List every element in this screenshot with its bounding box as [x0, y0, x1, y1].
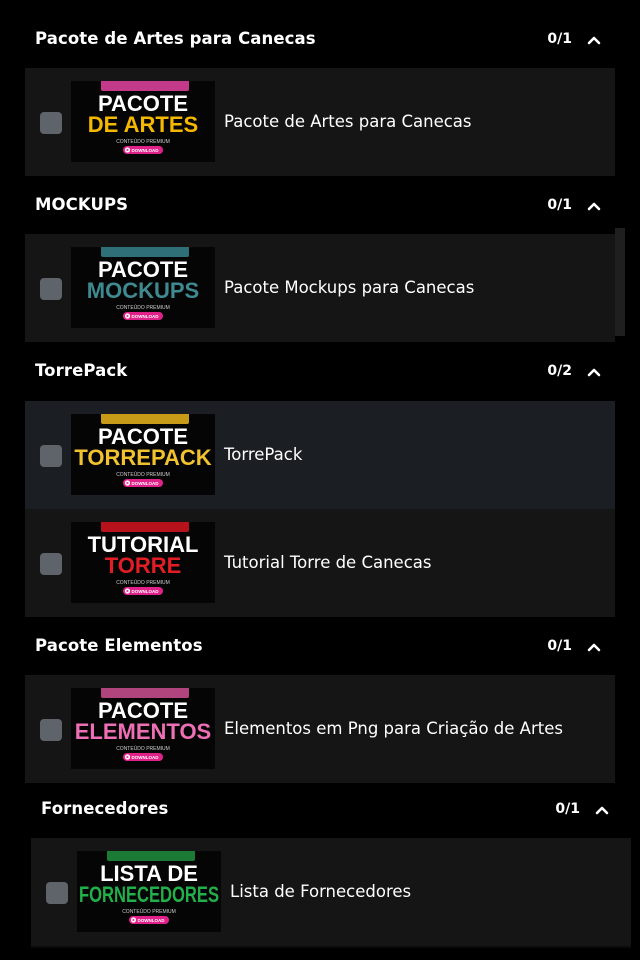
section-header-fornecedores[interactable]: Fornecedores 0/1: [0, 770, 640, 838]
completion-checkbox[interactable]: [40, 278, 62, 300]
item-label: TorrePack: [224, 445, 303, 464]
chevron-up-icon[interactable]: [584, 362, 604, 382]
thumbnail-artwork: PACOTEELEMENTOSCONTEÚDO PREMIUMDOWNLOAD: [71, 688, 215, 769]
section-progress-count: 0/1: [555, 801, 580, 817]
thumbnail-subtitle: CONTEÚDO PREMIUM: [116, 471, 170, 478]
thumbnail-download-label: DOWNLOAD: [132, 481, 160, 486]
section-item-list: PACOTE ELEMENTOS CONTEÚDO PREMIUM DOWNLOAD …: [25, 675, 615, 783]
thumbnail-download-label: DOWNLOAD: [132, 314, 160, 319]
lesson-thumbnail: PACOTE ELEMENTOS CONTEÚDO PREMIUM DOWNLOAD: [71, 688, 215, 769]
section-header-pacote-elementos[interactable]: Pacote Elementos 0/1: [0, 607, 640, 675]
product-box-graphic: [101, 522, 189, 532]
list-item[interactable]: LISTA DE FORNECEDORES CONTEÚDO PREMIUM DOWN…: [31, 838, 631, 946]
thumbnail-artwork: PACOTETORREPACKCONTEÚDO PREMIUMDOWNLOAD: [71, 414, 215, 495]
chevron-up-icon[interactable]: [584, 196, 604, 216]
scrollbar-thumb[interactable]: [615, 228, 625, 336]
lesson-thumbnail: PACOTE DE ARTES CONTEÚDO PREMIUM DOWNLOAD: [71, 81, 215, 162]
section-header-torrepack[interactable]: TorrePack 0/2: [0, 332, 640, 400]
lesson-thumbnail: PACOTE MOCKUPS CONTEÚDO PREMIUM DOWNLOAD: [71, 247, 215, 328]
item-label: Pacote Mockups para Canecas: [224, 278, 475, 297]
lesson-thumbnail: TUTORIAL TORRE CONTEÚDO PREMIUM DOWNLOAD: [71, 522, 215, 603]
completion-checkbox[interactable]: [40, 445, 62, 467]
thumbnail-subtitle: CONTEÚDO PREMIUM: [116, 579, 170, 586]
thumbnail-title-line2: FORNECEDORES: [79, 882, 219, 907]
list-item[interactable]: TUTORIAL TORRE CONTEÚDO PREMIUM DOWNLOAD Tu…: [25, 509, 615, 617]
section-title: TorrePack: [35, 361, 128, 380]
chevron-up-icon[interactable]: [584, 637, 604, 657]
thumbnail-download-label: DOWNLOAD: [138, 918, 166, 923]
thumbnail-artwork: LISTA DEFORNECEDORESCONTEÚDO PREMIUMDOWN…: [77, 851, 221, 932]
list-item[interactable]: PACOTE DE ARTES CONTEÚDO PREMIUM DOWNLOAD P…: [25, 68, 615, 176]
section-header-mockups[interactable]: MOCKUPS 0/1: [0, 166, 640, 234]
thumbnail-title-line2: TORRE: [105, 553, 182, 578]
list-item[interactable]: PACOTE ELEMENTOS CONTEÚDO PREMIUM DOWNLOAD …: [25, 675, 615, 783]
section-header-pacote-artes[interactable]: Pacote de Artes para Canecas 0/1: [0, 0, 640, 68]
thumbnail-subtitle: CONTEÚDO PREMIUM: [116, 745, 170, 752]
section-item-list: PACOTE MOCKUPS CONTEÚDO PREMIUM DOWNLOAD Pa…: [25, 234, 615, 342]
list-item[interactable]: PACOTE TORREPACK CONTEÚDO PREMIUM DOWNLOAD …: [25, 401, 615, 509]
thumbnail-subtitle: CONTEÚDO PREMIUM: [122, 908, 176, 915]
product-box-graphic: [107, 851, 195, 861]
divider: [31, 946, 631, 948]
section-item-list: PACOTE DE ARTES CONTEÚDO PREMIUM DOWNLOAD P…: [25, 68, 615, 176]
thumbnail-download-label: DOWNLOAD: [132, 589, 160, 594]
section-progress-count: 0/1: [547, 638, 572, 654]
thumbnail-title-line2: TORREPACK: [74, 445, 211, 470]
section-title: Pacote de Artes para Canecas: [35, 29, 316, 48]
product-box-graphic: [101, 81, 189, 91]
section-title: Pacote Elementos: [35, 636, 203, 655]
thumbnail-download-label: DOWNLOAD: [132, 148, 160, 153]
item-label: Elementos em Png para Criação de Artes: [224, 719, 563, 738]
thumbnail-artwork: PACOTEMOCKUPSCONTEÚDO PREMIUMDOWNLOAD: [71, 247, 215, 328]
section-progress-count: 0/2: [547, 363, 572, 379]
completion-checkbox[interactable]: [40, 553, 62, 575]
thumbnail-artwork: PACOTEDE ARTESCONTEÚDO PREMIUMDOWNLOAD: [71, 81, 215, 162]
product-box-graphic: [101, 688, 189, 698]
section-item-list: PACOTE TORREPACK CONTEÚDO PREMIUM DOWNLOAD …: [25, 401, 615, 617]
item-label: Tutorial Torre de Canecas: [224, 553, 432, 572]
product-box-graphic: [101, 414, 189, 424]
chevron-up-icon[interactable]: [592, 800, 612, 820]
completion-checkbox[interactable]: [40, 719, 62, 741]
list-item[interactable]: PACOTE MOCKUPS CONTEÚDO PREMIUM DOWNLOAD Pa…: [25, 234, 615, 342]
item-label: Pacote de Artes para Canecas: [224, 112, 472, 131]
thumbnail-title-line2: ELEMENTOS: [75, 719, 212, 744]
item-label: Lista de Fornecedores: [230, 882, 412, 901]
section-progress-count: 0/1: [547, 31, 572, 47]
completion-checkbox[interactable]: [46, 882, 68, 904]
section-progress-count: 0/1: [547, 197, 572, 213]
product-box-graphic: [101, 247, 189, 257]
lesson-thumbnail: PACOTE TORREPACK CONTEÚDO PREMIUM DOWNLOAD: [71, 414, 215, 495]
thumbnail-title-line2: MOCKUPS: [87, 278, 199, 303]
thumbnail-subtitle: CONTEÚDO PREMIUM: [116, 304, 170, 311]
section-title: Fornecedores: [41, 799, 169, 818]
section-item-list: LISTA DE FORNECEDORES CONTEÚDO PREMIUM DOWN…: [31, 838, 631, 946]
lesson-thumbnail: LISTA DE FORNECEDORES CONTEÚDO PREMIUM DOWN…: [77, 851, 221, 932]
thumbnail-download-label: DOWNLOAD: [132, 755, 160, 760]
thumbnail-title-line2: DE ARTES: [88, 112, 198, 137]
thumbnail-subtitle: CONTEÚDO PREMIUM: [116, 138, 170, 145]
completion-checkbox[interactable]: [40, 112, 62, 134]
thumbnail-artwork: TUTORIALTORRECONTEÚDO PREMIUMDOWNLOAD: [71, 522, 215, 603]
section-title: MOCKUPS: [35, 195, 129, 214]
chevron-up-icon[interactable]: [584, 30, 604, 50]
